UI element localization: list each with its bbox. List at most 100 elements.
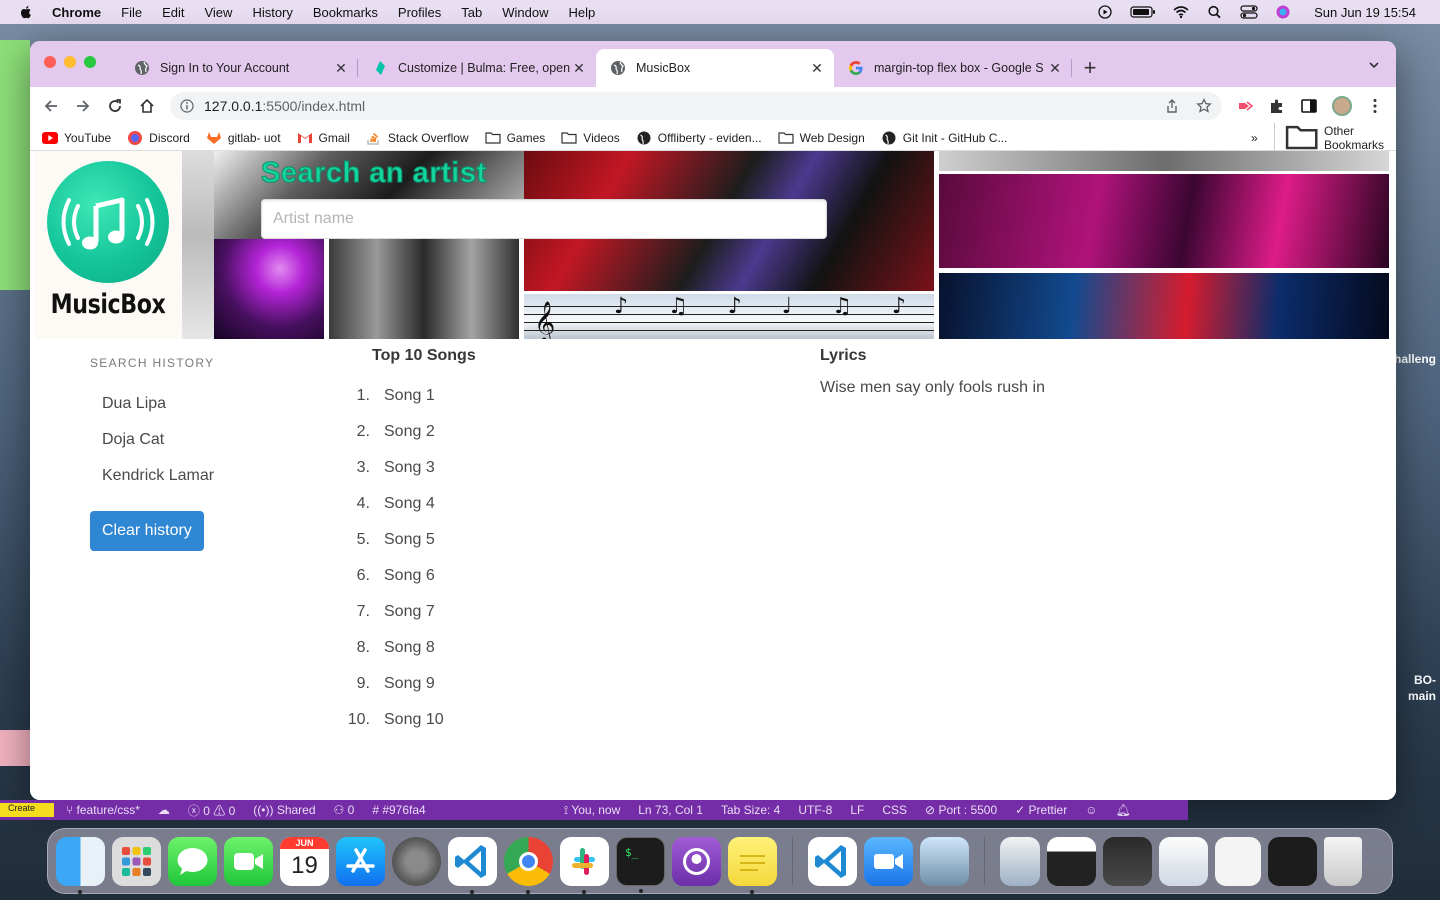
bookmark-gitlab[interactable]: gitlab- uot — [206, 131, 281, 145]
menu-file[interactable]: File — [121, 5, 142, 20]
tab-close-icon[interactable]: ✕ — [810, 61, 824, 75]
chevron-down-icon[interactable] — [1368, 59, 1380, 71]
language-mode[interactable]: CSS — [882, 803, 907, 818]
side-panel-icon[interactable] — [1300, 97, 1318, 115]
bookmark-offliberty[interactable]: Offliberty - eviden... — [636, 131, 762, 145]
close-window-button[interactable] — [44, 56, 56, 68]
minimize-window-button[interactable] — [64, 56, 76, 68]
menu-view[interactable]: View — [204, 5, 232, 20]
tab-size[interactable]: Tab Size: 4 — [721, 803, 780, 818]
history-item[interactable]: Doja Cat — [90, 422, 330, 458]
siri-icon[interactable] — [1274, 5, 1292, 19]
menu-app-name[interactable]: Chrome — [52, 5, 101, 20]
prettier-status[interactable]: ✓ Prettier — [1015, 803, 1067, 818]
participants[interactable]: ⚇ 0 — [334, 803, 355, 817]
minimized-window-4[interactable] — [1159, 836, 1208, 886]
bookmark-git-init[interactable]: Git Init - GitHub C... — [881, 131, 1007, 145]
tab-close-icon[interactable]: ✕ — [572, 61, 586, 75]
facetime-icon[interactable] — [224, 836, 273, 886]
minimized-window-5[interactable] — [1215, 836, 1261, 886]
terminal-icon[interactable]: $_ — [616, 836, 665, 893]
clear-history-button[interactable]: Clear history — [90, 511, 204, 551]
apple-icon[interactable] — [18, 4, 34, 20]
bookmark-discord[interactable]: Discord — [127, 130, 190, 145]
problems-count[interactable]: ⓧ 0 ⚠ 0 — [188, 802, 235, 819]
stickies-icon[interactable] — [728, 836, 777, 894]
song-item[interactable]: 5. Song 5 — [344, 531, 764, 567]
song-item[interactable]: 7. Song 7 — [344, 603, 764, 639]
messages-icon[interactable] — [168, 836, 217, 886]
tab-bulma[interactable]: Customize | Bulma: Free, open ✕ — [358, 49, 596, 87]
bookmark-youtube[interactable]: YouTube — [42, 131, 111, 145]
tab-close-icon[interactable]: ✕ — [1048, 61, 1062, 75]
menu-help[interactable]: Help — [569, 5, 596, 20]
zoom-icon[interactable] — [864, 836, 913, 886]
trash-icon[interactable] — [1324, 836, 1362, 886]
menu-window[interactable]: Window — [502, 5, 548, 20]
live-server-port[interactable]: ⊘ Port : 5500 — [925, 803, 997, 818]
address-bar[interactable]: 127.0.0.1:5500/index.html — [170, 92, 1222, 120]
home-icon[interactable] — [138, 97, 156, 115]
song-item[interactable]: 1. Song 1 — [344, 387, 764, 423]
menu-bookmarks[interactable]: Bookmarks — [313, 5, 378, 20]
sync-icon[interactable]: ☁ — [158, 803, 170, 817]
reload-icon[interactable] — [106, 97, 124, 115]
tab-close-icon[interactable]: ✕ — [334, 61, 348, 75]
bookmark-folder-web-design[interactable]: Web Design — [777, 131, 865, 145]
launchpad-icon[interactable] — [112, 836, 161, 886]
tab-musicbox[interactable]: MusicBox ✕ — [596, 49, 834, 87]
song-item[interactable]: 9. Song 9 — [344, 675, 764, 711]
menu-tab[interactable]: Tab — [461, 5, 482, 20]
slack-icon[interactable] — [560, 836, 609, 894]
chrome-icon[interactable] — [504, 836, 553, 894]
line-ending[interactable]: LF — [850, 803, 864, 818]
song-item[interactable]: 2. Song 2 — [344, 423, 764, 459]
menu-profiles[interactable]: Profiles — [398, 5, 441, 20]
minimized-window-3[interactable] — [1103, 836, 1152, 886]
artist-search-input[interactable] — [261, 199, 827, 239]
feedback-icon[interactable]: ☺ — [1085, 803, 1097, 818]
other-bookmarks[interactable]: Other Bookmarks — [1273, 122, 1384, 153]
minimized-window-6[interactable] — [1268, 836, 1317, 886]
cursor-position[interactable]: Ln 73, Col 1 — [638, 803, 703, 818]
bookmark-stackoverflow[interactable]: Stack Overflow — [366, 131, 469, 145]
info-icon[interactable] — [180, 99, 194, 113]
more-menu-icon[interactable] — [1366, 97, 1384, 115]
new-tab-button[interactable]: + — [1072, 49, 1108, 87]
bookmark-gmail[interactable]: Gmail — [297, 131, 350, 145]
menu-history[interactable]: History — [252, 5, 292, 20]
preview-icon[interactable] — [920, 836, 969, 886]
spotlight-search-icon[interactable] — [1206, 5, 1224, 19]
extension-red-icon[interactable] — [1236, 97, 1254, 115]
bookmark-star-icon[interactable] — [1196, 98, 1212, 114]
back-arrow-icon[interactable] — [42, 97, 60, 115]
commit-hash[interactable]: # #976fa4 — [372, 803, 425, 817]
battery-icon[interactable] — [1130, 5, 1156, 19]
forward-arrow-icon[interactable] — [74, 97, 92, 115]
encoding[interactable]: UTF-8 — [798, 803, 832, 818]
song-item[interactable]: 10. Song 10 — [344, 711, 764, 747]
git-blame[interactable]: ⟟ You, now — [564, 803, 621, 818]
finder-icon[interactable] — [56, 836, 105, 894]
bookmarks-overflow-chevron[interactable]: » — [1251, 131, 1258, 145]
zoom-window-button[interactable] — [84, 56, 96, 68]
song-item[interactable]: 8. Song 8 — [344, 639, 764, 675]
history-item[interactable]: Kendrick Lamar — [90, 458, 330, 494]
notifications-bell-icon[interactable]: 🔔︎ — [1116, 803, 1131, 818]
tab-google-search[interactable]: margin-top flex box - Google S ✕ — [834, 49, 1072, 87]
calendar-icon[interactable]: JUN 19 — [280, 836, 329, 886]
vscode-recent-icon[interactable] — [808, 836, 857, 886]
control-center-icon[interactable] — [1240, 5, 1258, 19]
menu-clock[interactable]: Sun Jun 19 15:54 — [1314, 5, 1416, 20]
minimized-window-1[interactable] — [1000, 836, 1040, 886]
history-item[interactable]: Dua Lipa — [90, 386, 330, 422]
song-item[interactable]: 3. Song 3 — [344, 459, 764, 495]
song-item[interactable]: 4. Song 4 — [344, 495, 764, 531]
github-desktop-icon[interactable] — [672, 836, 721, 886]
profile-avatar[interactable] — [1332, 96, 1352, 116]
vscode-icon[interactable] — [448, 836, 497, 894]
share-icon[interactable] — [1164, 98, 1180, 114]
extensions-puzzle-icon[interactable] — [1268, 97, 1286, 115]
menu-edit[interactable]: Edit — [162, 5, 184, 20]
play-circle-icon[interactable] — [1096, 5, 1114, 19]
